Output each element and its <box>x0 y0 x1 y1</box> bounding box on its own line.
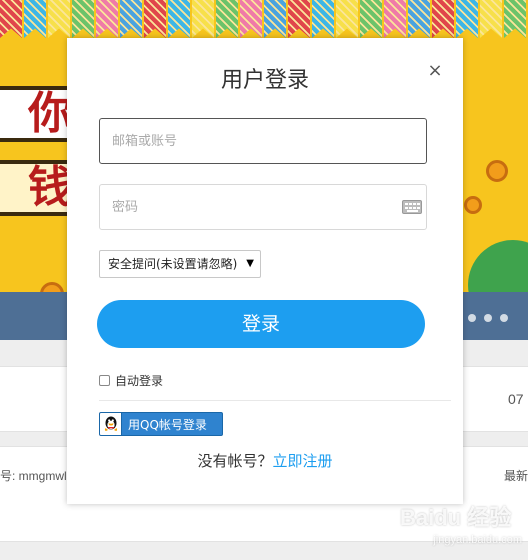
coin-icon <box>464 196 482 214</box>
carousel-dots[interactable] <box>468 314 508 322</box>
password-input[interactable] <box>100 185 380 229</box>
bunting-flag <box>24 0 46 38</box>
bunting-flag <box>240 0 262 38</box>
bunting-flag <box>360 0 382 38</box>
qq-login-button[interactable]: 用QQ帐号登录 <box>99 412 223 436</box>
caret-down-icon: ▼ <box>246 258 254 269</box>
bunting-flag <box>120 0 142 38</box>
bunting-flag <box>216 0 238 38</box>
bunting-flag <box>456 0 478 38</box>
email-input[interactable] <box>100 119 380 163</box>
dialog-title: 用户登录 <box>220 68 309 93</box>
bunting-flag <box>72 0 94 38</box>
carousel-dot[interactable] <box>468 314 476 322</box>
select-value: 安全提问(未设置请忽略) <box>108 257 238 271</box>
row-right-text: 最新 <box>504 469 528 483</box>
bunting-flag <box>312 0 334 38</box>
watermark-text: Baidu 经验 <box>400 505 512 530</box>
no-account-text: 没有帐号？ <box>197 452 273 470</box>
bunting-flag <box>168 0 190 38</box>
register-prompt: 没有帐号？立即注册 <box>67 450 463 471</box>
baidu-watermark: Baidu 经验 jingyan.baidu.com <box>400 500 522 556</box>
login-button[interactable]: 登录 <box>97 300 425 348</box>
bunting-flag <box>0 0 22 38</box>
row-right-text: 07 <box>508 391 524 407</box>
bunting-flag <box>408 0 430 38</box>
carousel-dot[interactable] <box>500 314 508 322</box>
bunting-flag <box>336 0 358 38</box>
register-link[interactable]: 立即注册 <box>273 452 333 470</box>
bunting-flag <box>48 0 70 38</box>
qq-penguin-icon <box>100 413 122 435</box>
bunting-flag <box>264 0 286 38</box>
carousel-dot[interactable] <box>484 314 492 322</box>
watermark-sub: jingyan.baidu.com <box>433 534 522 546</box>
auto-login-label: 自动登录 <box>115 373 164 388</box>
password-field[interactable] <box>99 184 427 230</box>
close-icon[interactable]: × <box>427 62 443 80</box>
coin-icon <box>486 160 508 182</box>
bunting-decoration <box>0 0 528 40</box>
bunting-flag <box>288 0 310 38</box>
auto-login-option[interactable]: 自动登录 <box>99 372 163 388</box>
bunting-flag <box>192 0 214 38</box>
row-left-text: 号: mmgmwl <box>0 469 67 483</box>
bunting-flag <box>504 0 526 38</box>
login-dialog: 用户登录 × 安全提问(未设置请忽略) ▼ 登录 自动登录 <box>67 38 463 504</box>
auto-login-checkbox[interactable] <box>99 374 110 386</box>
keyboard-icon[interactable] <box>402 200 422 214</box>
divider <box>99 400 451 401</box>
bunting-flag <box>96 0 118 38</box>
qq-login-label: 用QQ帐号登录 <box>128 417 207 432</box>
bunting-flag <box>384 0 406 38</box>
bunting-flag <box>432 0 454 38</box>
email-field[interactable] <box>99 118 427 164</box>
bunting-flag <box>480 0 502 38</box>
security-question-select[interactable]: 安全提问(未设置请忽略) ▼ <box>99 250 261 278</box>
bunting-flag <box>144 0 166 38</box>
